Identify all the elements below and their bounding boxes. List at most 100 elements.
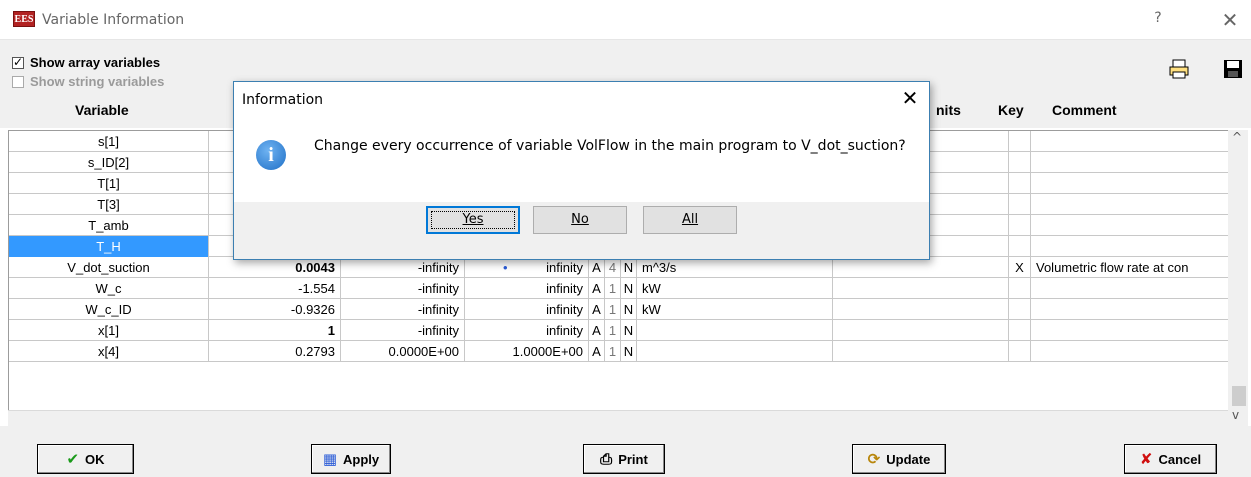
comment-cell[interactable] (1031, 194, 1228, 215)
key-cell[interactable] (1009, 320, 1031, 341)
close-window-button[interactable]: ✕ (1218, 8, 1242, 32)
upper-bound-cell[interactable]: infinity (465, 278, 589, 299)
key-cell[interactable] (1009, 131, 1031, 152)
table-row[interactable]: V_dot_suction 0.0043 -infinity infinity A 4 Nm… (9, 257, 1228, 278)
show-string-variables-checkbox[interactable] (12, 76, 24, 88)
key-cell[interactable] (1009, 236, 1031, 257)
variable-cell[interactable]: s[1] (9, 131, 209, 152)
comment-cell[interactable]: Volumetric flow rate at con (1031, 257, 1228, 278)
table-row[interactable]: W_c_ID -0.9326 -infinity infinity A 1 NkW (9, 299, 1228, 320)
digits-cell[interactable]: 1 (605, 299, 621, 320)
key-cell[interactable] (1009, 194, 1031, 215)
comment-cell[interactable] (1031, 131, 1228, 152)
units-cell[interactable]: kW (637, 278, 833, 299)
variable-cell[interactable]: W_c_ID (9, 299, 209, 320)
print-preview-icon[interactable] (1168, 58, 1190, 80)
lower-bound-cell[interactable]: -infinity (341, 278, 465, 299)
upper-bound-cell[interactable]: 1.0000E+00 (465, 341, 589, 362)
digits-cell[interactable]: 1 (605, 278, 621, 299)
style-cell[interactable]: N (621, 341, 637, 362)
variable-cell[interactable]: T[3] (9, 194, 209, 215)
digits-cell[interactable]: 1 (605, 320, 621, 341)
digits-cell[interactable]: 1 (605, 341, 621, 362)
units-cell[interactable] (637, 320, 833, 341)
column-header-key[interactable]: Key (998, 102, 1024, 118)
guess-cell[interactable]: -0.9326 (209, 299, 341, 320)
lower-bound-cell[interactable]: 0.0000E+00 (341, 341, 465, 362)
variable-cell[interactable]: V_dot_suction (9, 257, 209, 278)
extra-cell[interactable] (833, 299, 1009, 320)
ok-button[interactable]: ✔ OK (37, 444, 134, 474)
upper-bound-cell[interactable]: infinity (465, 320, 589, 341)
style-cell[interactable]: N (621, 278, 637, 299)
save-icon[interactable] (1222, 58, 1244, 80)
variable-cell[interactable]: s_ID[2] (9, 152, 209, 173)
units-cell[interactable] (637, 341, 833, 362)
key-cell[interactable] (1009, 278, 1031, 299)
key-cell[interactable] (1009, 299, 1031, 320)
variable-cell[interactable]: x[4] (9, 341, 209, 362)
key-cell[interactable] (1009, 152, 1031, 173)
comment-cell[interactable] (1031, 173, 1228, 194)
upper-bound-cell[interactable]: infinity (465, 299, 589, 320)
comment-cell[interactable] (1031, 341, 1228, 362)
extra-cell[interactable] (833, 257, 1009, 278)
horizontal-scrollbar[interactable] (8, 410, 1228, 426)
scroll-thumb[interactable] (1232, 386, 1246, 406)
units-cell[interactable]: m^3/s (637, 257, 833, 278)
extra-cell[interactable] (833, 341, 1009, 362)
yes-button[interactable]: Yes (426, 206, 520, 234)
update-button[interactable]: ⟳ Update (852, 444, 946, 474)
comment-cell[interactable] (1031, 278, 1228, 299)
column-header-units[interactable]: nits (936, 102, 961, 118)
variable-cell[interactable]: W_c (9, 278, 209, 299)
apply-button[interactable]: ▦ Apply (311, 444, 391, 474)
guess-cell[interactable]: 1 (209, 320, 341, 341)
dialog-close-button[interactable]: ✕ (898, 86, 922, 110)
show-array-variables-checkbox[interactable] (12, 55, 24, 69)
style-cell[interactable]: N (621, 257, 637, 278)
variable-cell[interactable]: T_H (9, 236, 209, 257)
all-button[interactable]: All (643, 206, 737, 234)
lower-bound-cell[interactable]: -infinity (341, 320, 465, 341)
column-header-variable[interactable]: Variable (75, 102, 129, 118)
cancel-button[interactable]: ✘ Cancel (1124, 444, 1217, 474)
guess-cell[interactable]: 0.2793 (209, 341, 341, 362)
style-cell[interactable]: N (621, 299, 637, 320)
column-header-comment[interactable]: Comment (1052, 102, 1117, 118)
variable-cell[interactable]: T[1] (9, 173, 209, 194)
comment-cell[interactable] (1031, 299, 1228, 320)
table-row[interactable]: x[1] 1 -infinity infinity A 1 N (9, 320, 1228, 341)
print-button[interactable]: ⎙ Print (583, 444, 665, 474)
display-format-cell[interactable]: A (589, 257, 605, 278)
table-row[interactable]: x[4] 0.2793 0.0000E+00 1.0000E+00 A 1 N (9, 341, 1228, 362)
upper-bound-cell[interactable]: infinity (465, 257, 589, 278)
display-format-cell[interactable]: A (589, 278, 605, 299)
comment-cell[interactable] (1031, 215, 1228, 236)
lower-bound-cell[interactable]: -infinity (341, 257, 465, 278)
comment-cell[interactable] (1031, 152, 1228, 173)
scroll-up-icon[interactable]: ^ (1232, 130, 1242, 144)
style-cell[interactable]: N (621, 320, 637, 341)
extra-cell[interactable] (833, 320, 1009, 341)
variable-cell[interactable]: T_amb (9, 215, 209, 236)
table-row[interactable]: W_c -1.554 -infinity infinity A 1 NkW (9, 278, 1228, 299)
display-format-cell[interactable]: A (589, 341, 605, 362)
units-cell[interactable]: kW (637, 299, 833, 320)
guess-cell[interactable]: 0.0043 (209, 257, 341, 278)
guess-cell[interactable]: -1.554 (209, 278, 341, 299)
key-cell[interactable] (1009, 173, 1031, 194)
digits-cell[interactable]: 4 (605, 257, 621, 278)
variable-cell[interactable]: x[1] (9, 320, 209, 341)
scroll-down-icon[interactable]: v (1232, 408, 1239, 422)
help-button[interactable]: ? (1148, 10, 1168, 30)
vertical-scrollbar[interactable] (1228, 130, 1248, 426)
key-cell[interactable]: X (1009, 257, 1031, 278)
display-format-cell[interactable]: A (589, 299, 605, 320)
comment-cell[interactable] (1031, 320, 1228, 341)
display-format-cell[interactable]: A (589, 320, 605, 341)
no-button[interactable]: No (533, 206, 627, 234)
key-cell[interactable] (1009, 215, 1031, 236)
key-cell[interactable] (1009, 341, 1031, 362)
extra-cell[interactable] (833, 278, 1009, 299)
